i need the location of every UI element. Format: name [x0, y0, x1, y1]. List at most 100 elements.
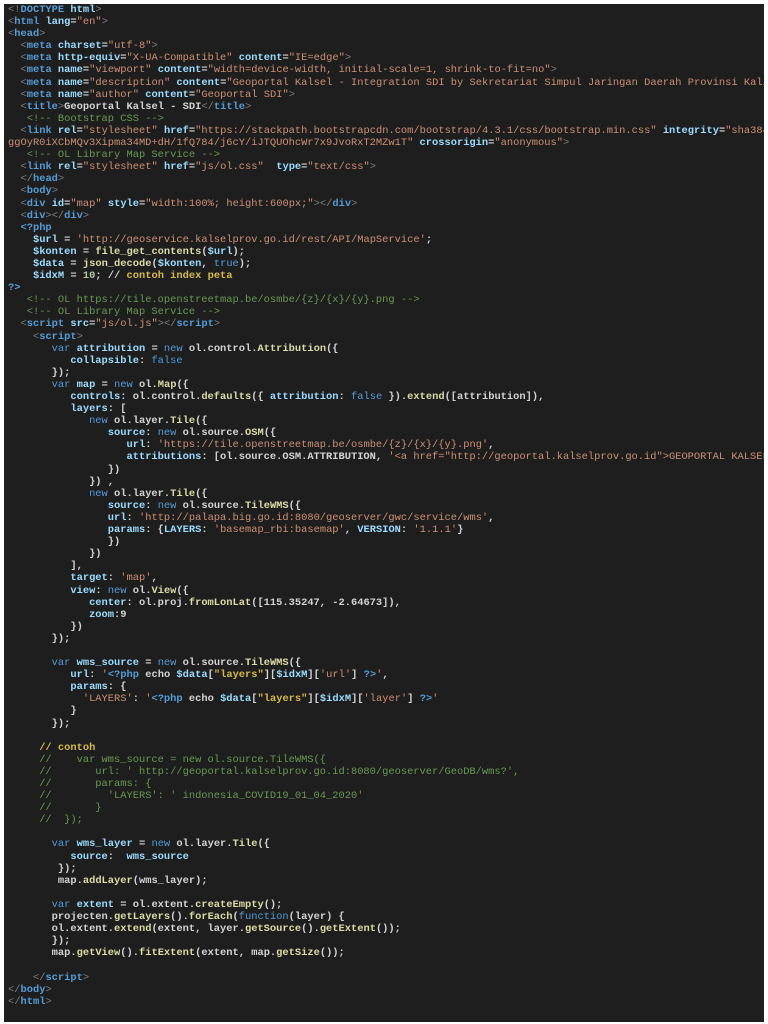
code-line: <meta name="author" content="Geoportal S…	[8, 89, 764, 101]
code-token: div	[26, 209, 46, 222]
code-token: lang	[39, 16, 71, 29]
code-area[interactable]: <!DOCTYPE html> <html lang="en"> <head> <m…	[8, 4, 764, 1008]
code-token: $url	[32, 233, 58, 246]
code-token: :	[145, 427, 158, 440]
code-line: <!-- Bootstrap CSS -->	[8, 113, 764, 125]
code-line: </body>	[8, 984, 764, 996]
code-token: =	[138, 657, 158, 670]
code-token: $idxM	[276, 669, 308, 682]
code-token: >	[101, 16, 108, 29]
code-token: http-equiv	[51, 52, 121, 65]
code-token: >	[245, 100, 252, 113]
code-line: map.addLayer(wms_layer);	[8, 875, 764, 887]
code-token: :	[145, 439, 158, 452]
code-token: "Geoportal Kalsel - Integration SDI by S…	[226, 76, 764, 89]
code-line: // contoh	[8, 742, 764, 754]
code-line: $data = json_decode($konten, true);	[8, 258, 764, 270]
code-token: map.	[51, 947, 77, 960]
code-token: (wms_layer);	[132, 874, 208, 887]
code-line: ?>	[8, 282, 764, 294]
code-line: center: ol.proj.fromLonLat([115.35247, -…	[8, 597, 764, 609]
code-token: new	[107, 584, 127, 597]
code-token: content	[151, 64, 202, 77]
code-line: </html>	[8, 996, 764, 1008]
code-token: name	[51, 64, 83, 77]
code-token: : ol.control.	[120, 391, 202, 403]
code-token: wms_source	[70, 657, 139, 670]
code-line: source: new ol.source.OSM({	[8, 427, 764, 439]
code-line: // var wms_source = new ol.source.TileWM…	[8, 754, 764, 766]
code-token: target	[70, 572, 108, 585]
code-token: });	[51, 632, 71, 645]
code-token: "IE=edge"	[288, 52, 345, 65]
code-token: })	[107, 536, 121, 549]
code-token: =	[57, 233, 77, 246]
code-token: :	[126, 511, 139, 524]
code-token: $data	[220, 693, 252, 706]
code-token: params	[70, 681, 108, 694]
code-token: $data	[176, 669, 208, 682]
code-token: : ol.proj.	[126, 596, 189, 609]
code-token: TileWMS	[245, 499, 289, 512]
code-line: params: {LAYERS: 'basemap_rbi:basemap', …	[8, 524, 764, 536]
code-line: <?php	[8, 222, 764, 234]
code-token: Attribution	[257, 342, 327, 355]
code-token: defaults	[201, 391, 252, 403]
code-token: >	[351, 197, 358, 210]
code-token: "width:100%; height:600px;"	[145, 197, 314, 210]
code-token: new	[151, 838, 171, 851]
code-token: >	[82, 971, 90, 984]
code-token: LAYERS	[163, 524, 202, 537]
code-token: $idxM	[32, 270, 65, 283]
code-line: url: 'http://palapa.big.go.id:8080/geose…	[8, 512, 764, 524]
code-token: url	[70, 669, 90, 682]
code-token: getSize	[276, 947, 320, 960]
code-token: title	[213, 100, 246, 113]
code-token: center	[89, 596, 127, 609]
code-token: =	[64, 257, 83, 270]
code-line: $idxM = 10; // contoh index peta	[8, 270, 764, 282]
code-token: <!-- Bootstrap CSS -->	[26, 112, 164, 125]
code-token: Map	[157, 378, 177, 391]
code-line: // url: ' http://geoportal.kalselprov.go…	[8, 766, 764, 778]
code-token: ,	[344, 524, 358, 537]
code-token: ({	[257, 838, 270, 851]
code-editor[interactable]: <!DOCTYPE html> <html lang="en"> <head> <m…	[4, 4, 764, 1022]
code-token: false	[351, 391, 383, 403]
code-token: ();	[263, 898, 283, 911]
code-token: : [	[107, 403, 127, 416]
code-token: ol.source.	[176, 657, 245, 670]
code-line: var attribution = new ol.control.Attribu…	[8, 343, 764, 355]
code-token: url	[107, 511, 127, 524]
code-token: source	[107, 499, 146, 512]
code-token: ol.layer.	[170, 838, 233, 851]
code-line: }	[8, 705, 764, 717]
code-token: html	[14, 16, 40, 29]
code-token: ol.extent.	[51, 923, 115, 936]
code-line: target: 'map',	[8, 572, 764, 584]
code-token: >	[550, 64, 557, 77]
code-token: "js/ol.css"	[195, 161, 264, 174]
code-token: meta	[26, 64, 52, 77]
code-token: 10	[82, 270, 96, 283]
code-token: // contoh	[39, 741, 96, 754]
code-token: :	[132, 693, 146, 706]
code-token: ({	[195, 415, 208, 428]
code-token: :	[138, 354, 152, 367]
code-token: wms_source	[126, 850, 189, 863]
code-token: echo	[139, 669, 177, 682]
code-token: >	[369, 161, 377, 174]
code-line: // params: {	[8, 778, 764, 790]
code-token: 'https://tile.openstreetmap.be/osmbe/{z}…	[157, 439, 489, 452]
